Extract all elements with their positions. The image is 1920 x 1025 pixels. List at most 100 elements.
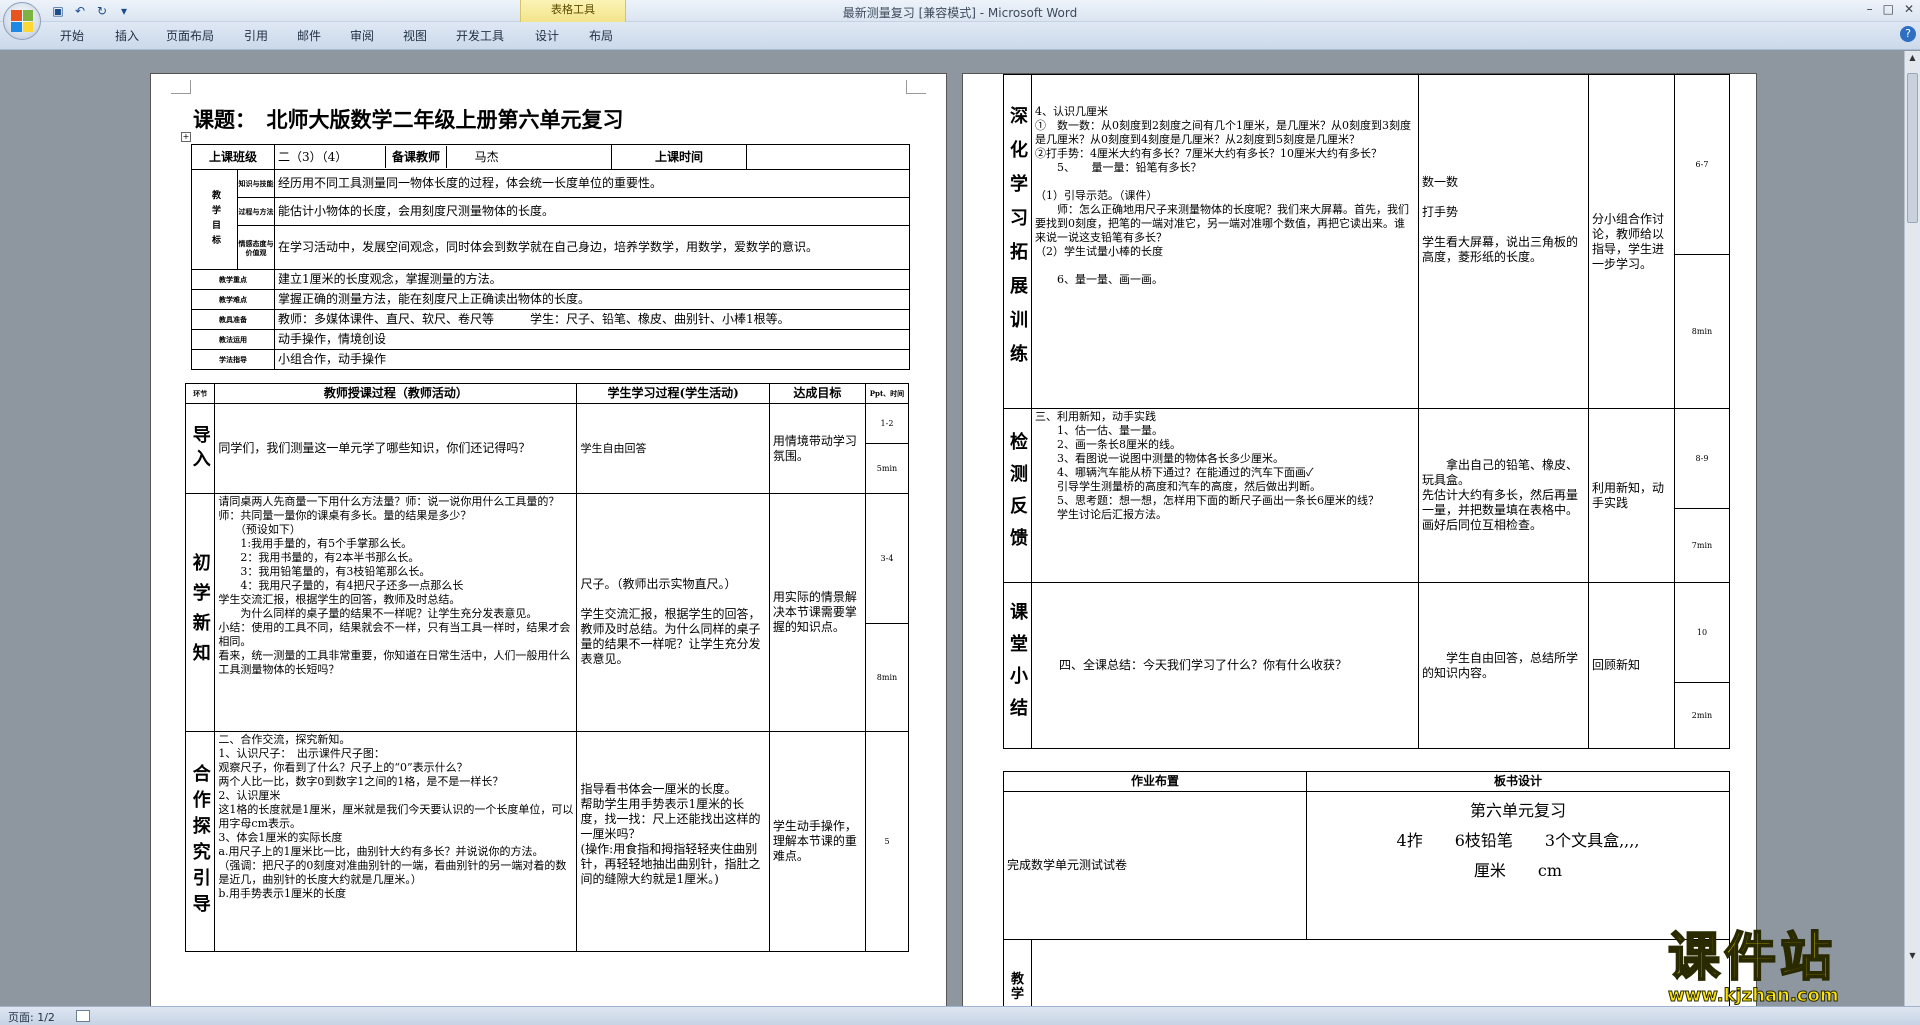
scroll-thumb[interactable] bbox=[1907, 73, 1918, 223]
phase-row: 课堂小结 四、全课总结：今天我们学习了什么？你有什么收获？ 学生自由回答，总结所… bbox=[1003, 582, 1730, 749]
phase-ppt: 8-9 bbox=[1674, 408, 1730, 509]
phase-student: 学生自由回答，总结所学的知识内容。 bbox=[1418, 582, 1589, 749]
time-label: 上课时间 bbox=[611, 144, 748, 170]
row-text: 小组合作，动手操作 bbox=[274, 349, 911, 370]
phase-goal: 利用新知，动手实践 bbox=[1588, 408, 1675, 583]
process-table-continued: 深化学习拓展训练 4、认识几厘米 ① 数一数：从0刻度到2刻度之间有几个1厘米，… bbox=[1003, 74, 1730, 749]
board-line: 厘米 cm bbox=[1473, 861, 1563, 880]
tab-layout[interactable]: 布局 bbox=[589, 27, 613, 44]
status-bar: 页面: 1/2 bbox=[0, 1006, 1920, 1025]
info-row: 上课班级 二（3）（4） 备课教师 马杰 上课时间 bbox=[190, 144, 911, 170]
phase-student: 尺子。（教师出示实物直尺。） 学生交流汇报，根据学生的回答，教师及时总结。为什么… bbox=[576, 493, 770, 732]
table-move-handle-icon[interactable]: + bbox=[181, 132, 191, 142]
tab-page-layout[interactable]: 页面布局 bbox=[166, 27, 214, 44]
minimize-icon[interactable]: – bbox=[1867, 2, 1873, 16]
scroll-up-icon[interactable]: ▲ bbox=[1907, 53, 1918, 67]
maximize-icon[interactable]: □ bbox=[1883, 2, 1894, 16]
phase-name: 合作探究引导 bbox=[184, 731, 216, 952]
col-teacher: 教师授课过程（教师活动） bbox=[214, 383, 578, 404]
help-icon[interactable]: ? bbox=[1900, 26, 1916, 42]
tab-mailings[interactable]: 邮件 bbox=[297, 27, 321, 44]
phase-teacher: 三、利用新知，动手实践 1、估一估、量一量。 2、画一条长8厘米的线。 3、看图… bbox=[1031, 408, 1419, 583]
page-indicator[interactable]: 页面: 1/2 bbox=[8, 1009, 55, 1025]
title-bar: ▣ ↶ ↻ ▾ 表格工具 最新测量复习 [兼容模式] - Microsoft W… bbox=[0, 0, 1920, 22]
phase-name: 检测反馈 bbox=[1003, 408, 1032, 583]
office-button[interactable] bbox=[3, 2, 41, 40]
info-cell: 二（3）（4） 备课教师 马杰 bbox=[274, 144, 613, 170]
phase-goal: 分小组合作讨论，教师给以指导，学生进一步学习。 bbox=[1588, 74, 1675, 409]
col-goal: 达成目标 bbox=[768, 383, 866, 404]
phase-ppt: 3-4 bbox=[864, 493, 910, 624]
reflection-content[interactable] bbox=[1031, 939, 1730, 1006]
tab-home[interactable]: 开始 bbox=[60, 27, 84, 44]
board-title: 第六单元复习 bbox=[1469, 801, 1566, 820]
homework-label: 作业布置 bbox=[1003, 771, 1307, 792]
proofing-icon[interactable] bbox=[76, 1010, 90, 1022]
phase-row: 检测反馈 三、利用新知，动手实践 1、估一估、量一量。 2、画一条长8厘米的线。… bbox=[1003, 408, 1730, 583]
teacher-label: 备课教师 bbox=[384, 145, 447, 168]
row-text: 教师：多媒体课件、直尺、软尺、卷尺等 学生：尺子、铅笔、橡皮、曲别针、小棒1根等… bbox=[274, 309, 911, 330]
board-line: 4拃 6枝铅笔 3个文具盒,,,, bbox=[1396, 831, 1640, 850]
doc-title: 课题： 北师大版数学二年级上册第六单元复习 bbox=[193, 107, 624, 132]
goal-tag: 情感态度与价值观 bbox=[236, 225, 276, 270]
time-value[interactable] bbox=[746, 144, 911, 170]
watermark-logo: 课件站 www.kjzhan.com bbox=[1667, 928, 1898, 1006]
board-label: 板书设计 bbox=[1306, 771, 1730, 792]
phase-teacher: 请同桌两人先商量一下用什么方法量？师：说一说你用什么工具量的？ 师：共同量一量你… bbox=[214, 493, 578, 732]
homework-text: 完成数学单元测试试卷 bbox=[1003, 791, 1307, 940]
close-icon[interactable]: ✕ bbox=[1904, 2, 1914, 16]
ribbon-tabs: 开始 插入 页面布局 引用 邮件 审阅 视图 开发工具 设计 布局 ? bbox=[0, 22, 1920, 50]
phase-teacher: 同学们，我们测量这一单元学了哪些知识，你们还记得吗？ bbox=[214, 403, 578, 494]
phase-goal: 用实际的情景解决本节课需要掌握的知识点。 bbox=[768, 493, 866, 732]
phase-teacher: 4、认识几厘米 ① 数一数：从0刻度到2刻度之间有几个1厘米，是几厘米？从0刻度… bbox=[1031, 74, 1419, 409]
goal-tag: 知识与技能 bbox=[236, 169, 276, 198]
phase-student: 数一数 打手势 学生看大屏幕，说出三角板的高度，菱形纸的长度。 bbox=[1418, 74, 1589, 409]
goal-row: 教学目标 知识与技能 经历用不同工具测量同一物体长度的过程，体会统一长度单位的重… bbox=[191, 169, 911, 270]
phase-student: 拿出自己的铅笔、橡皮、玩具盒。 先估计大约有多长，然后再量一量，并把数量填在表格… bbox=[1418, 408, 1589, 583]
row-tag: 学法指导 bbox=[190, 349, 276, 370]
goal-row: 情感态度与价值观 在学习活动中，发展空间观念，同时体会到数学就在自己身边，培养学… bbox=[192, 225, 911, 270]
tab-design[interactable]: 设计 bbox=[535, 27, 559, 44]
tab-insert[interactable]: 插入 bbox=[115, 27, 139, 44]
goals-label: 教学目标 bbox=[191, 169, 238, 270]
phase-student: 指导看书体会一厘米的长度。 帮助学生用手势表示1厘米的长度，找一找：尺上还能找出… bbox=[576, 731, 770, 952]
phase-time: 8min bbox=[1674, 254, 1730, 409]
window-controls: – □ ✕ bbox=[1867, 2, 1914, 16]
col-phase: 环节 bbox=[184, 383, 216, 404]
tab-references[interactable]: 引用 bbox=[244, 27, 268, 44]
page-2: 深化学习拓展训练 4、认识几厘米 ① 数一数：从0刻度到2刻度之间有几个1厘米，… bbox=[962, 73, 1757, 1006]
phase-student: 学生自由回答 bbox=[576, 403, 770, 494]
process-header: 环节 教师授课过程（教师活动） 学生学习过程(学生活动) 达成目标 Ppt、时间 bbox=[184, 383, 910, 404]
phase-name: 导入 bbox=[184, 403, 216, 494]
tab-developer[interactable]: 开发工具 bbox=[456, 27, 504, 44]
phase-time: 2min bbox=[1674, 682, 1730, 749]
phase-name: 课堂小结 bbox=[1003, 582, 1032, 749]
goal-text: 在学习活动中，发展空间观念，同时体会到数学就在自己身边，培养学数学，用数学，爱数… bbox=[274, 225, 911, 270]
vertical-scrollbar[interactable]: ▲ ▼ bbox=[1904, 51, 1920, 1006]
reflection-label: 教学 bbox=[1003, 939, 1032, 1006]
document-workspace: 课题： 北师大版数学二年级上册第六单元复习 + 上课班级 二（3）（4） 备课教… bbox=[0, 51, 1904, 1006]
col-time: Ppt、时间 bbox=[864, 383, 910, 404]
scroll-down-icon[interactable]: ▼ bbox=[1907, 951, 1918, 965]
window-title: 最新测量复习 [兼容模式] - Microsoft Word bbox=[842, 6, 1078, 20]
phase-name: 初学新知 bbox=[184, 493, 216, 732]
page-1: 课题： 北师大版数学二年级上册第六单元复习 + 上课班级 二（3）（4） 备课教… bbox=[150, 73, 947, 1006]
goal-row: 过程与方法 能估计小物体的长度，会用刻度尺测量物体的长度。 bbox=[192, 197, 911, 226]
phase-row: 导入 同学们，我们测量这一单元学了哪些知识，你们还记得吗？ 学生自由回答 用情境… bbox=[184, 403, 910, 494]
goal-tag: 过程与方法 bbox=[236, 197, 276, 226]
homework-table: 作业布置 板书设计 完成数学单元测试试卷 第六单元复习 4拃 6枝铅笔 3个文具… bbox=[1003, 771, 1730, 940]
watermark-name: 课件站 bbox=[1667, 928, 1837, 988]
office-logo-icon bbox=[11, 10, 33, 32]
phase-ppt: 6-7 bbox=[1674, 74, 1730, 255]
lesson-table: 上课班级 二（3）（4） 备课教师 马杰 上课时间 教学目标 知识与技能 经历用… bbox=[190, 144, 911, 370]
homework-header: 作业布置 板书设计 bbox=[1003, 771, 1730, 792]
class-value: 二（3）（4） bbox=[278, 149, 348, 164]
phase-teacher: 二、合作交流，探究新知。 1、认识尺子： 出示课件尺子图： 观察尺子，你看到了什… bbox=[214, 731, 578, 952]
goal-text: 经历用不同工具测量同一物体长度的过程，体会统一长度单位的重要性。 bbox=[274, 169, 911, 198]
phase-goal: 学生动手操作，理解本节课的重难点。 bbox=[768, 731, 866, 952]
teacher-value: 马杰 bbox=[474, 149, 499, 164]
watermark-url: www.kjzhan.com bbox=[1668, 985, 1840, 1006]
phase-row: 初学新知 请同桌两人先商量一下用什么方法量？师：说一说你用什么工具量的？ 师：共… bbox=[184, 493, 910, 732]
tab-review[interactable]: 审阅 bbox=[350, 27, 374, 44]
tab-view[interactable]: 视图 bbox=[403, 27, 427, 44]
